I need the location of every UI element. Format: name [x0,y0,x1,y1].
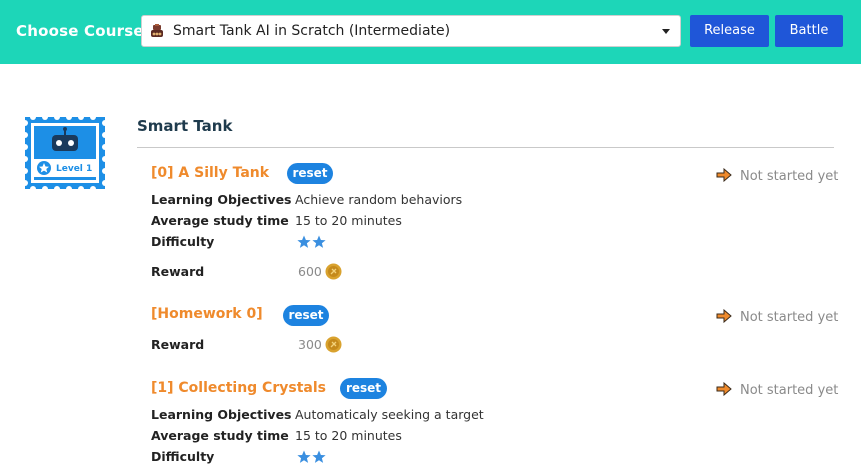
lesson-title[interactable]: [Homework 0] [151,306,263,322]
lesson-status: Not started yet [716,382,838,398]
level-badge: Level 1 [22,114,108,192]
reset-button[interactable]: reset [340,378,387,399]
lesson-title[interactable]: [0] A Silly Tank [151,165,269,181]
course-select-value: Smart Tank AI in Scratch (Intermediate) [173,23,451,39]
difficulty-stars [297,234,327,253]
level-badge-icon [22,114,108,192]
section-divider [137,147,834,148]
study-time-value: 15 to 20 minutes [295,213,402,228]
arrow-right-icon [716,168,732,182]
tank-icon [151,24,163,37]
star-icon [312,450,326,463]
reward-label: Reward [151,264,205,279]
level-label: Level 1 [56,164,93,174]
objectives-value: Automaticaly seeking a target [295,407,484,422]
reward-value: 600 [298,263,342,280]
study-time-value: 15 to 20 minutes [295,428,402,443]
lesson-status: Not started yet [716,168,838,184]
reward-label: Reward [151,337,205,352]
reset-button[interactable]: reset [287,163,333,184]
coin-icon [325,336,342,353]
reward-amount: 300 [298,337,322,352]
study-time-label: Average study time [151,428,289,443]
reset-button[interactable]: reset [283,305,329,326]
difficulty-label: Difficulty [151,234,215,249]
status-text: Not started yet [740,169,839,184]
section-title: Smart Tank [137,117,233,135]
choose-course-label: Choose Course [16,22,144,40]
status-text: Not started yet [740,383,839,398]
star-icon [297,450,311,463]
chevron-down-icon [662,29,670,34]
difficulty-label: Difficulty [151,449,215,464]
lesson-title[interactable]: [1] Collecting Crystals [151,380,326,396]
star-icon [297,235,311,248]
objectives-value: Achieve random behaviors [295,192,463,207]
study-time-label: Average study time [151,213,289,228]
status-text: Not started yet [740,310,839,325]
star-icon [312,235,326,248]
coin-icon [325,263,342,280]
battle-button[interactable]: Battle [775,15,843,47]
course-select[interactable]: Smart Tank AI in Scratch (Intermediate) [141,15,681,47]
difficulty-stars [297,449,327,468]
reward-amount: 600 [298,264,322,279]
reward-value: 300 [298,336,342,353]
top-bar: Choose Course Smart Tank AI in Scratch (… [0,0,861,64]
arrow-right-icon [716,309,732,323]
release-button[interactable]: Release [690,15,769,47]
objectives-label: Learning Objectives [151,407,292,422]
arrow-right-icon [716,382,732,396]
lesson-status: Not started yet [716,309,838,325]
objectives-label: Learning Objectives [151,192,292,207]
